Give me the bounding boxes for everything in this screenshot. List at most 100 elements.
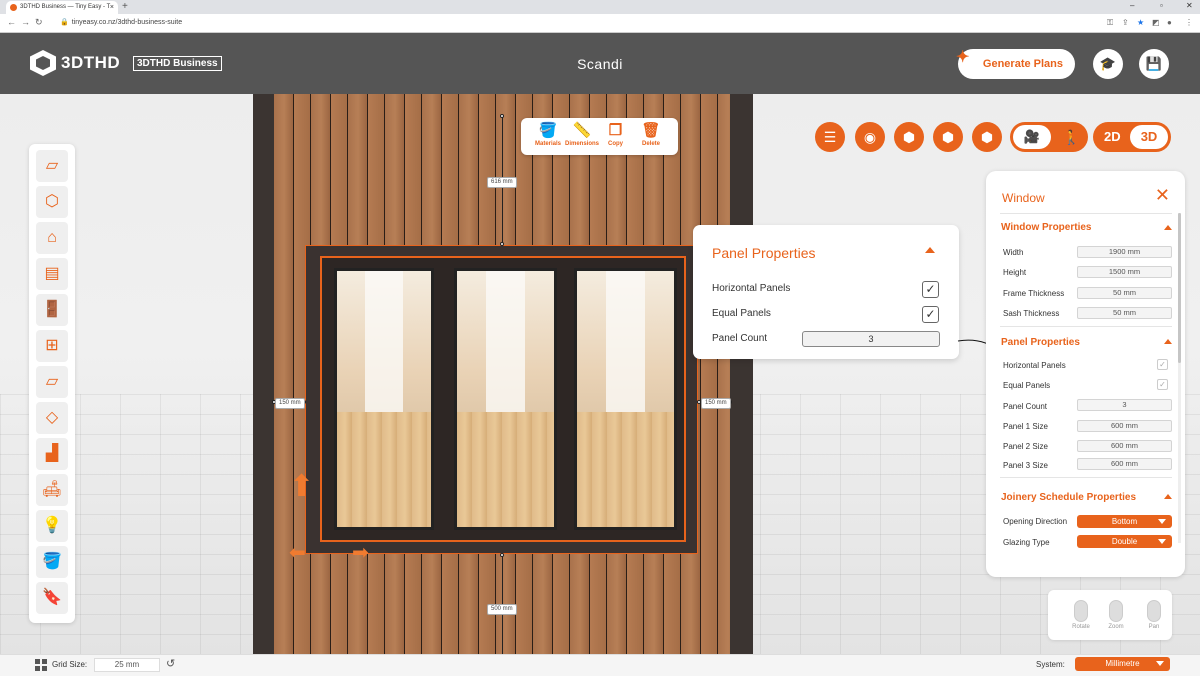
measure-tape-button[interactable]: ◉	[855, 122, 885, 152]
mode-2d-option[interactable]: 2D	[1104, 122, 1121, 152]
dimension-handle[interactable]	[500, 553, 504, 557]
menu-icon[interactable]: ⋮	[1185, 18, 1193, 27]
walk-icon[interactable]: 🚶	[1063, 125, 1080, 149]
minimize-icon[interactable]: ‒	[1130, 0, 1134, 12]
camera-mode-toggle[interactable]: 🎥 🚶	[1010, 122, 1088, 152]
dimension-handle[interactable]	[500, 114, 504, 118]
view-front-button[interactable]: ⬢	[894, 122, 924, 152]
delete-button[interactable]: 🗑 Delete	[637, 121, 665, 147]
panel-scrollbar[interactable]	[1178, 213, 1181, 543]
sash-thickness-input[interactable]: 50 mm	[1077, 307, 1172, 319]
back-icon[interactable]: ←	[7, 17, 16, 27]
door-button[interactable]: 🚪	[36, 294, 68, 326]
url-field[interactable]: 🔒 tinyeasy.co.nz/3dthd-business-suite	[60, 17, 182, 29]
cube-button[interactable]: ⬡	[36, 186, 68, 218]
horizontal-panels-checkbox[interactable]: ✓	[922, 281, 939, 298]
mode-3d-option[interactable]: 3D	[1130, 125, 1168, 149]
maximize-icon[interactable]: ▫	[1160, 0, 1163, 12]
window-button[interactable]: ⊞	[36, 330, 68, 362]
close-window-icon[interactable]: ✕	[1186, 0, 1193, 12]
dimensions-button[interactable]: 📏 Dimensions	[563, 121, 601, 147]
view-top-button[interactable]: ⬢	[933, 122, 963, 152]
stairs-button[interactable]: ▟	[36, 438, 68, 470]
cladding-button[interactable]: ▤	[36, 258, 68, 290]
tutorial-button[interactable]: 🎓	[1093, 49, 1123, 79]
extensions-icon[interactable]: ◩	[1152, 18, 1160, 27]
equal-panels-checkbox[interactable]: ✓	[1157, 379, 1168, 390]
unit-system-select[interactable]: Millimetre	[1075, 657, 1170, 671]
share-icon[interactable]: ⇪	[1122, 18, 1129, 27]
move-left-arrow-icon[interactable]: ⬅	[289, 538, 306, 568]
forward-icon[interactable]: →	[21, 17, 30, 27]
collapse-caret-icon[interactable]	[1164, 494, 1172, 499]
save-button[interactable]: 💾	[1139, 49, 1169, 79]
collapse-caret-icon[interactable]	[1164, 339, 1172, 344]
ruler-icon: 📏	[572, 122, 592, 139]
profile-icon[interactable]: ●	[1167, 18, 1172, 27]
panel-count-label: Panel Count	[712, 333, 768, 344]
frame-thickness-input[interactable]: 50 mm	[1077, 287, 1172, 299]
horizontal-panels-checkbox[interactable]: ✓	[1157, 359, 1168, 370]
panel-button[interactable]: ▱	[36, 366, 68, 398]
horizontal-panels-label: Horizontal Panels	[1003, 361, 1066, 370]
reload-icon[interactable]: ↻	[35, 17, 43, 28]
view-side-button[interactable]: ⬢	[972, 122, 1002, 152]
tab-close-icon[interactable]: ×	[110, 1, 114, 14]
zoom-label: Zoom	[1108, 624, 1124, 630]
grid-size-label: Grid Size:	[52, 660, 88, 669]
copy-label: Copy	[608, 141, 623, 147]
furniture-button[interactable]: 🛋	[36, 474, 68, 506]
tape-measure-icon: ◉	[863, 129, 877, 145]
panel-1-size-input[interactable]: 600 mm	[1077, 420, 1172, 432]
opening-direction-select[interactable]: Bottom	[1077, 515, 1172, 528]
interior-wood	[337, 411, 431, 527]
materials-button[interactable]: 🪣 Materials	[533, 121, 563, 147]
reset-icon[interactable]: ↺	[166, 657, 175, 670]
panel-count-input[interactable]: 3	[802, 331, 940, 347]
equal-panels-label: Equal Panels	[1003, 381, 1051, 390]
grid-size-input[interactable]: 25 mm	[94, 658, 160, 672]
paint-button[interactable]: 🪣	[36, 546, 68, 578]
layers-button[interactable]: ☰	[815, 122, 845, 152]
window-pane-1[interactable]	[334, 268, 434, 530]
scrollbar-thumb[interactable]	[1178, 213, 1181, 363]
paint-bucket-icon: 🪣	[538, 122, 558, 139]
width-input[interactable]: 1900 mm	[1077, 246, 1172, 258]
browser-tab[interactable]: 3DTHD Business — Tiny Easy - T ×	[6, 1, 118, 14]
joinery-schedule-heading[interactable]: Joinery Schedule Properties	[1001, 492, 1136, 503]
star-icon[interactable]: ★	[1137, 18, 1144, 27]
panel-3-size-input[interactable]: 600 mm	[1077, 458, 1172, 470]
new-tab-button[interactable]: +	[122, 0, 128, 14]
dimension-handle[interactable]	[500, 242, 504, 246]
window-pane-3[interactable]	[574, 268, 677, 530]
floor-plan-button[interactable]: ⏥	[36, 150, 68, 182]
interior-light	[486, 271, 525, 412]
equal-panels-checkbox[interactable]: ✓	[922, 306, 939, 323]
bookmark-button[interactable]: 🔖	[36, 582, 68, 614]
slab-button[interactable]: ◇	[36, 402, 68, 434]
equal-panels-label: Equal Panels	[712, 308, 771, 319]
height-input[interactable]: 1500 mm	[1077, 266, 1172, 278]
collapse-caret-icon[interactable]	[1164, 225, 1172, 230]
roof-icon: ⌂	[47, 229, 57, 246]
stairs-icon: ▟	[45, 445, 59, 462]
panel-count-input[interactable]: 3	[1077, 399, 1172, 411]
move-up-arrow-icon[interactable]: ⬆	[289, 472, 314, 502]
move-right-arrow-icon[interactable]: ➡	[352, 538, 369, 568]
height-label: Height	[1003, 268, 1027, 277]
panel-properties-heading[interactable]: Panel Properties	[1001, 337, 1080, 348]
key-icon[interactable]: ⚿	[1107, 18, 1113, 28]
roof-button[interactable]: ⌂	[36, 222, 68, 254]
lighting-button[interactable]: 💡	[36, 510, 68, 542]
dimension-mode-toggle[interactable]: 2D 3D	[1093, 122, 1171, 152]
left-toolbar: ⏥ ⬡ ⌂ ▤ 🚪 ⊞ ▱ ◇ ▟ 🛋 💡 🪣 🔖	[29, 144, 75, 623]
window-pane-2[interactable]	[454, 268, 557, 530]
window-properties-heading[interactable]: Window Properties	[1001, 222, 1091, 233]
collapse-caret-icon[interactable]	[925, 247, 935, 253]
camera-icon[interactable]: 🎥	[1013, 125, 1051, 149]
generate-plans-button[interactable]: ✦ Generate Plans	[956, 49, 1075, 79]
glazing-type-select[interactable]: Double	[1077, 535, 1172, 548]
copy-button[interactable]: ❐ Copy	[603, 121, 628, 147]
panel-2-size-input[interactable]: 600 mm	[1077, 440, 1172, 452]
close-icon[interactable]: ✕	[1155, 185, 1170, 206]
